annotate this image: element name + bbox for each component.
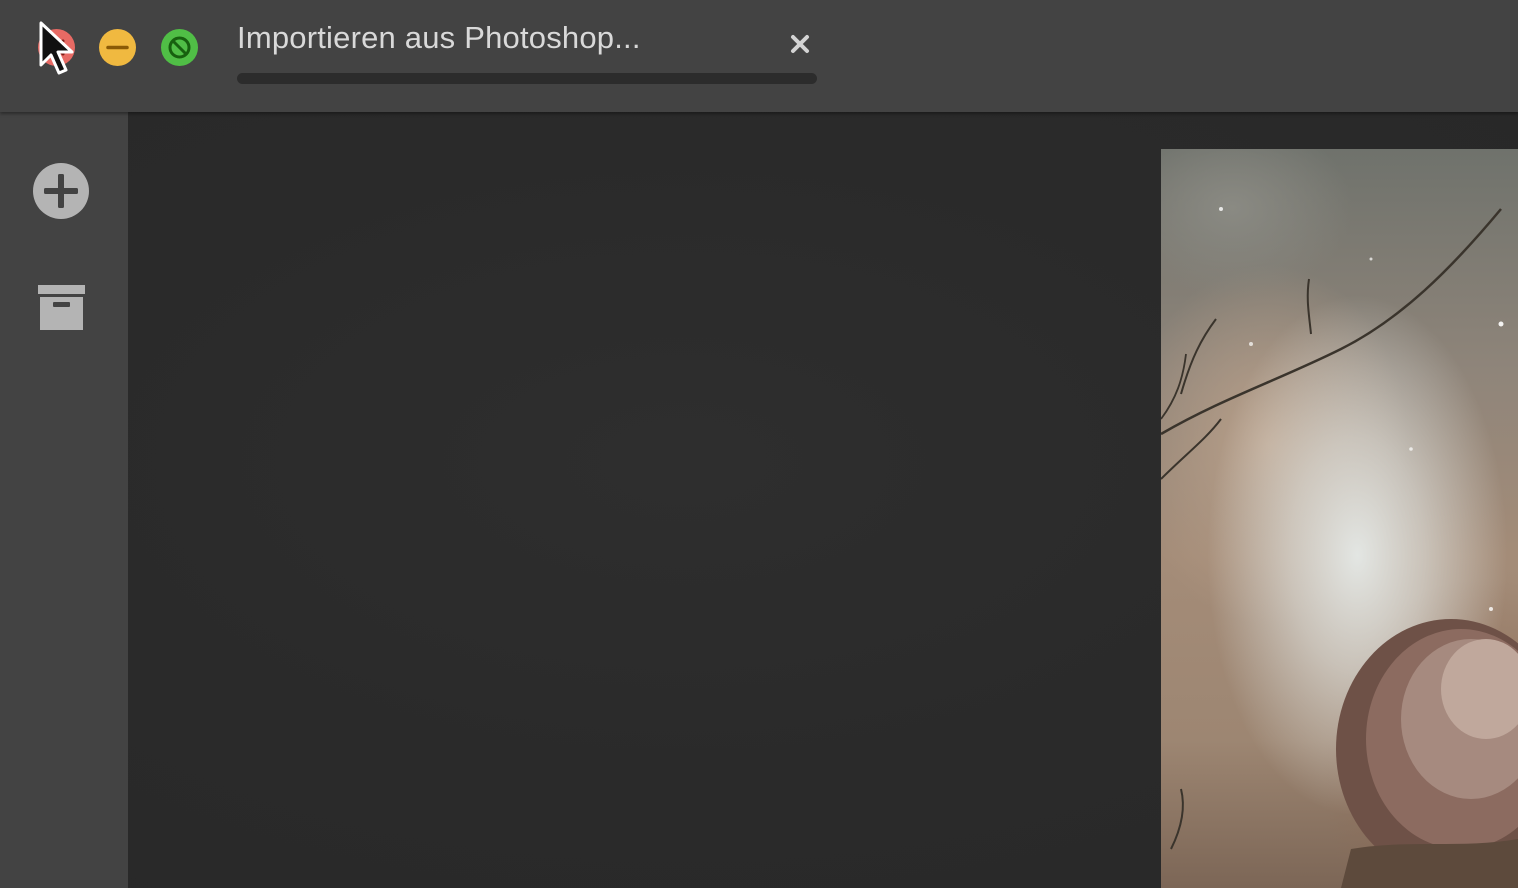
window-zoom-button[interactable]: [161, 29, 198, 66]
minus-icon: [106, 45, 129, 50]
archive-button[interactable]: [30, 278, 92, 340]
fullscreen-icon: [168, 36, 191, 59]
tab-progress-fill: [237, 73, 817, 84]
close-icon: [791, 35, 809, 53]
tab-progress-bar: [237, 73, 817, 84]
tab-title: Importieren aus Photoshop...: [237, 20, 641, 55]
plus-circle-icon: [33, 163, 89, 219]
archive-box-icon: [38, 285, 85, 330]
photo-image: [1161, 207, 1518, 888]
mouse-cursor-icon: [39, 21, 74, 75]
tab-close-button[interactable]: [787, 31, 813, 57]
window-minimize-button[interactable]: [99, 29, 136, 66]
tab-import-photoshop[interactable]: Importieren aus Photoshop...: [237, 14, 817, 86]
add-button[interactable]: [30, 160, 92, 222]
app-window: Importieren aus Photoshop...: [0, 0, 1518, 888]
photo-preview: [1161, 149, 1518, 888]
sidebar: [0, 112, 128, 888]
title-bar: Importieren aus Photoshop...: [0, 0, 1518, 112]
